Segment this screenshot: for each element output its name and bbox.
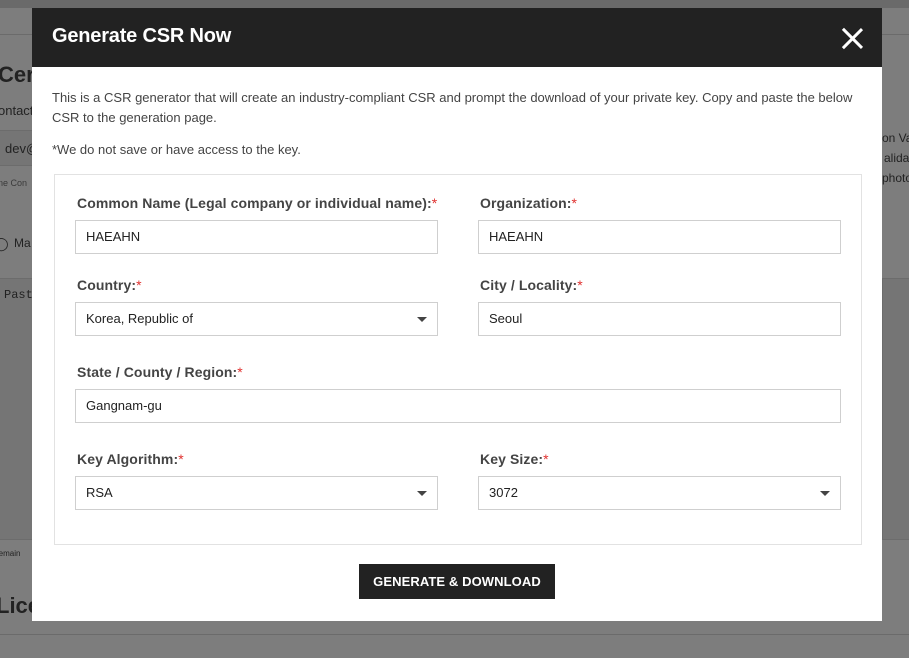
city-input[interactable]: Seoul [478,302,841,336]
chevron-down-icon [417,491,427,496]
key-algorithm-select-value: RSA [86,485,113,500]
background-remain-text: remain [0,549,21,558]
close-icon[interactable] [840,26,864,50]
key-size-label: Key Size:* [480,451,549,467]
background-contact-label: ontact [0,103,34,118]
background-bottom-divider [0,634,909,635]
background-side-line-3: photo [882,171,909,185]
required-mark: * [577,277,583,293]
background-topbar [0,0,909,8]
csr-form: Common Name (Legal company or individual… [54,174,862,545]
city-label: City / Locality:* [480,277,583,293]
organization-label: Organization:* [480,195,578,211]
privacy-note: *We do not save or have access to the ke… [52,142,301,157]
modal-title: Generate CSR Now [52,25,232,47]
common-name-input[interactable]: HAEAHN [75,220,438,254]
required-mark: * [237,364,243,380]
chevron-down-icon [417,317,427,322]
chevron-down-icon [820,491,830,496]
key-size-select-value: 3072 [489,485,518,500]
required-mark: * [178,451,184,467]
key-algorithm-label: Key Algorithm:* [77,451,184,467]
background-side-line-2: alida [884,151,909,165]
country-label: Country:* [77,277,142,293]
organization-input[interactable]: HAEAHN [478,220,841,254]
background-side-line-1: on Va [882,131,909,145]
country-select[interactable]: Korea, Republic of [75,302,438,336]
generate-download-button[interactable]: GENERATE & DOWNLOAD [359,564,555,599]
key-size-select[interactable]: 3072 [478,476,841,510]
required-mark: * [543,451,549,467]
background-textarea-placeholder: Past [4,288,33,302]
country-select-value: Korea, Republic of [86,311,193,326]
csr-generator-modal: Generate CSR Now This is a CSR generator… [32,8,882,621]
required-mark: * [136,277,142,293]
background-radio-icon: ◯ [0,236,9,251]
background-side-box [882,278,909,540]
background-radio-label: Ma [14,236,31,250]
required-mark: * [571,195,578,211]
background-textarea [0,278,34,540]
state-input[interactable]: Gangnam-gu [75,389,841,423]
intro-text: This is a CSR generator that will create… [52,90,853,125]
state-label: State / County / Region:* [77,364,243,380]
modal-header: Generate CSR Now [32,8,882,67]
background-hint: ne Con [0,178,28,188]
common-name-label: Common Name (Legal company or individual… [77,195,438,211]
required-mark: * [431,195,438,211]
key-algorithm-select[interactable]: RSA [75,476,438,510]
